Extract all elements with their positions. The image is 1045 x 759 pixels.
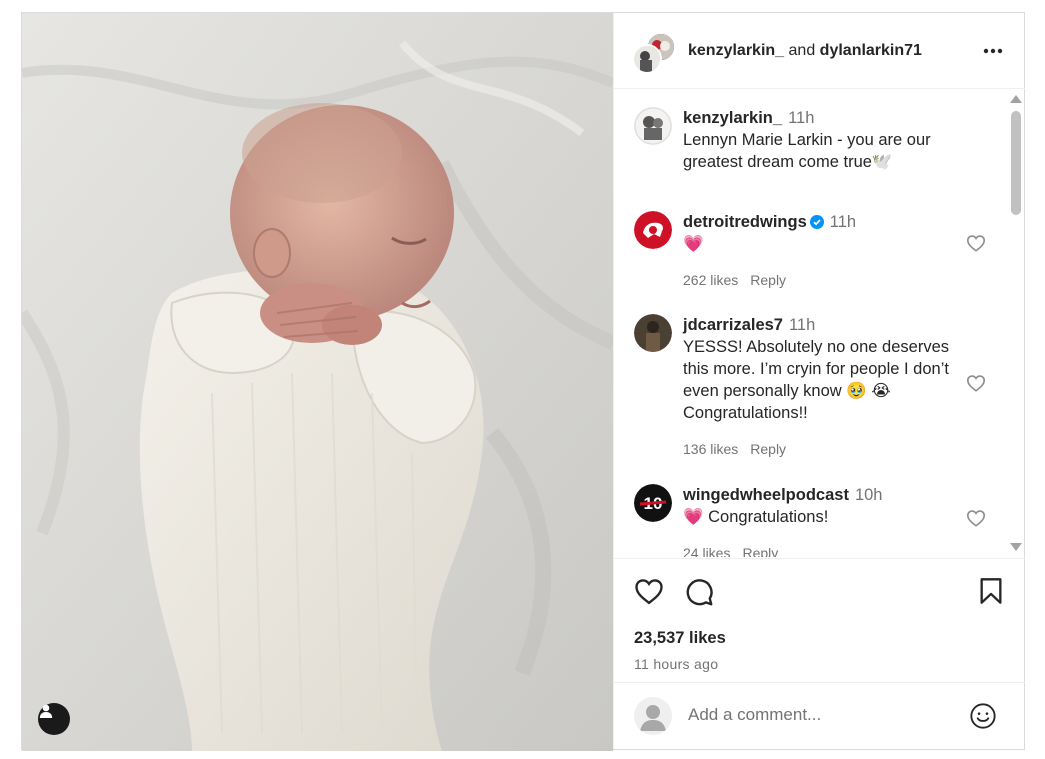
comment-bubble-icon xyxy=(686,579,713,606)
comment-username[interactable]: wingedwheelpodcast xyxy=(683,486,849,504)
comment-text: Lennyn Marie Larkin - you are our greate… xyxy=(683,131,931,171)
verified-badge-icon xyxy=(809,215,824,229)
post-header: kenzylarkin_ and dylanlarkin71 xyxy=(614,13,1025,89)
comment-text: 💗 Congratulations! xyxy=(683,508,829,526)
collab-avatars[interactable] xyxy=(632,32,676,74)
comment-username[interactable]: kenzylarkin_ xyxy=(683,109,782,127)
scrollbar-thumb[interactable] xyxy=(1011,111,1021,215)
emoji-button[interactable] xyxy=(969,702,997,735)
heart-outline-icon xyxy=(635,579,663,605)
comment-text: YESSS! Absolutely no one deserves this m… xyxy=(683,338,949,422)
like-comment-button[interactable] xyxy=(966,374,986,397)
emoji-smile-icon xyxy=(970,703,996,729)
scroll-down-arrow-icon[interactable] xyxy=(1010,543,1022,551)
avatar xyxy=(632,44,662,74)
comment-button[interactable] xyxy=(684,577,714,612)
avatar[interactable] xyxy=(634,314,672,352)
user-icon xyxy=(39,704,53,718)
reply-button[interactable]: Reply xyxy=(750,441,786,457)
author-joiner: and xyxy=(788,42,816,59)
like-comment-button[interactable] xyxy=(966,509,986,532)
comment-likes[interactable]: 262 likes xyxy=(683,272,738,288)
like-comment-button[interactable] xyxy=(966,234,986,257)
heart-outline-icon xyxy=(966,510,986,527)
bookmark-icon xyxy=(980,578,1002,604)
post-likes-count[interactable]: 23,537 likes xyxy=(634,629,726,648)
author-link[interactable]: dylanlarkin71 xyxy=(820,42,922,59)
comment-likes[interactable]: 136 likes xyxy=(683,441,738,457)
avatar[interactable] xyxy=(634,211,672,249)
post-actions: 23,537 likes 11 hours ago xyxy=(614,558,1025,672)
comments-list: kenzylarkin_ 11h Lennyn Marie Larkin - yo… xyxy=(614,89,1025,557)
instagram-post: kenzylarkin_ and dylanlarkin71 kenzylark… xyxy=(21,12,1025,751)
comment-username[interactable]: jdcarrizales7 xyxy=(683,316,783,334)
comment-likes[interactable]: 24 likes xyxy=(683,545,730,557)
more-horizontal-icon xyxy=(983,48,1003,54)
comment-time[interactable]: 11h xyxy=(830,213,856,231)
comment-time[interactable]: 11h xyxy=(789,316,815,334)
comment-username[interactable]: detroitredwings xyxy=(683,213,807,231)
heart-outline-icon xyxy=(966,235,986,252)
scroll-up-arrow-icon[interactable] xyxy=(1010,95,1022,103)
more-options-button[interactable] xyxy=(983,41,1003,55)
comment-text: 💗 xyxy=(683,235,704,253)
comment-time[interactable]: 11h xyxy=(788,109,814,127)
like-button[interactable] xyxy=(634,577,664,610)
reply-button[interactable]: Reply xyxy=(742,545,778,557)
tagged-users-button[interactable] xyxy=(38,703,70,735)
post-side-panel: kenzylarkin_ and dylanlarkin71 kenzylark… xyxy=(613,13,1025,749)
avatar xyxy=(634,697,672,735)
post-authors: kenzylarkin_ and dylanlarkin71 xyxy=(688,42,922,60)
baby-photo-illustration xyxy=(22,13,613,751)
add-comment-input[interactable] xyxy=(688,705,948,725)
add-comment-bar xyxy=(614,682,1025,750)
comments-scrollbar[interactable] xyxy=(1007,89,1025,557)
reply-button[interactable]: Reply xyxy=(750,272,786,288)
heart-outline-icon xyxy=(966,375,986,392)
avatar[interactable] xyxy=(634,107,672,145)
author-link[interactable]: kenzylarkin_ xyxy=(688,42,784,59)
comment-time[interactable]: 10h xyxy=(855,486,883,504)
post-photo[interactable] xyxy=(22,13,613,751)
post-timestamp[interactable]: 11 hours ago xyxy=(634,656,718,672)
avatar[interactable]: 10 xyxy=(634,484,672,522)
save-button[interactable] xyxy=(979,577,1003,610)
